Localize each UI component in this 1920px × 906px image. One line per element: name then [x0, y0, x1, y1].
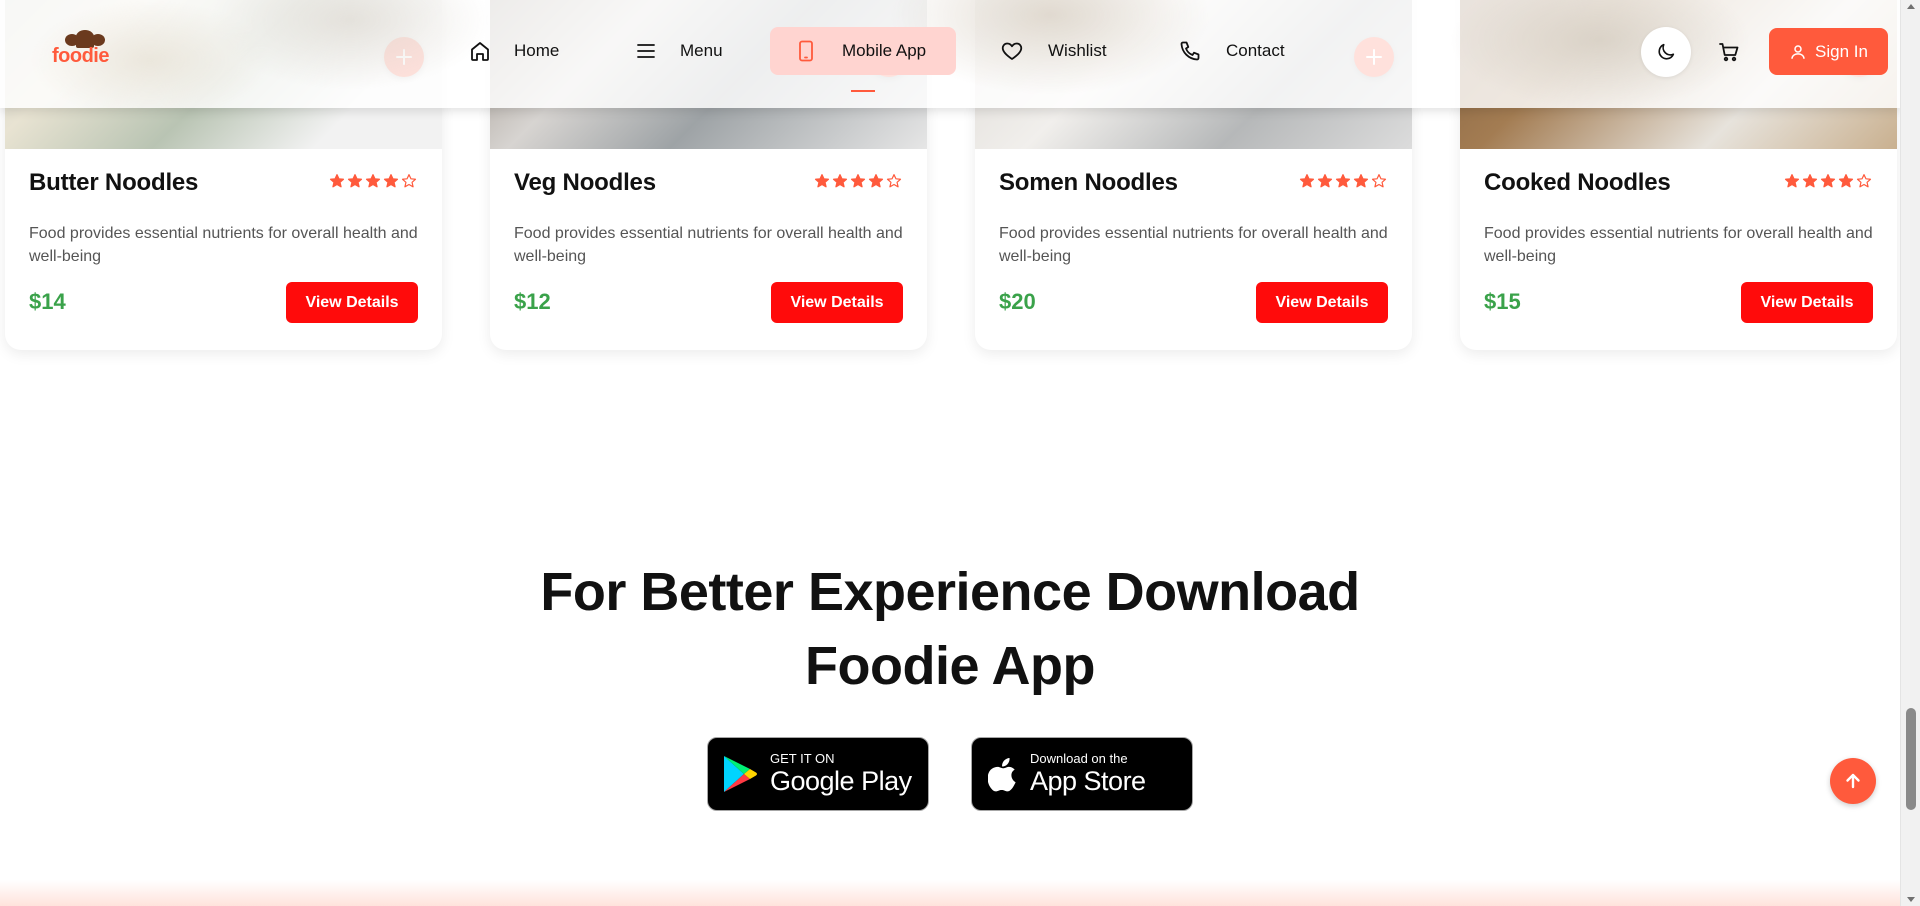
product-price: $20	[999, 289, 1036, 314]
view-details-button[interactable]: View Details	[1256, 282, 1388, 323]
download-title-line1: For Better Experience Download	[540, 562, 1360, 622]
nav-label: Menu	[680, 41, 723, 60]
product-description: Food provides essential nutrients for ov…	[1484, 225, 1873, 265]
google-play-small-text: GET IT ON	[770, 751, 835, 766]
nav-item-wishlist[interactable]: Wishlist	[1000, 27, 1140, 75]
star-empty-icon	[1856, 174, 1872, 188]
app-store-big-text: App Store	[1030, 766, 1146, 796]
star-empty-icon	[401, 174, 417, 188]
scroll-to-top-button[interactable]	[1830, 758, 1876, 804]
nav-item-home[interactable]: Home	[468, 27, 588, 75]
view-details-button[interactable]: View Details	[1741, 282, 1873, 323]
theme-toggle-button[interactable]	[1641, 27, 1691, 77]
star-empty-icon	[886, 174, 902, 188]
arrow-up-icon	[1846, 773, 1860, 789]
site-header: foodie Home Menu Mobile App Wishlist Con…	[0, 0, 1900, 108]
product-description: Food provides essential nutrients for ov…	[29, 225, 418, 265]
star-empty-icon	[1371, 174, 1387, 188]
active-nav-indicator	[851, 90, 875, 92]
star-filled-icon	[1838, 174, 1854, 188]
star-filled-icon	[1299, 174, 1315, 188]
product-price: $15	[1484, 289, 1521, 314]
sign-in-button[interactable]: Sign In	[1769, 28, 1888, 75]
page-scrollbar[interactable]	[1900, 0, 1920, 906]
scroll-up-arrow-icon[interactable]	[1907, 4, 1915, 9]
star-filled-icon	[365, 174, 381, 188]
google-play-icon	[724, 756, 757, 792]
product-name: Somen Noodles	[999, 169, 1178, 196]
nav-label: Home	[514, 41, 560, 60]
cart-icon	[1719, 43, 1739, 62]
star-filled-icon	[1784, 174, 1800, 188]
star-filled-icon	[868, 174, 884, 188]
star-filled-icon	[347, 174, 363, 188]
product-description: Food provides essential nutrients for ov…	[514, 225, 903, 265]
rating-stars	[814, 173, 902, 189]
star-filled-icon	[832, 174, 848, 188]
download-title-line2: Foodie App	[805, 636, 1095, 696]
view-details-button[interactable]: View Details	[771, 282, 903, 323]
apple-icon	[988, 758, 1016, 792]
google-play-big-text: Google Play	[770, 766, 912, 796]
app-store-small-text: Download on the	[1030, 751, 1128, 766]
rating-stars	[1784, 173, 1872, 189]
home-icon	[471, 42, 489, 61]
view-details-button[interactable]: View Details	[286, 282, 418, 323]
star-filled-icon	[1353, 174, 1369, 188]
app-store-button[interactable]: Download on the App Store	[971, 737, 1193, 811]
google-play-button[interactable]: GET IT ON Google Play	[707, 737, 929, 811]
logo-text: foodie	[52, 45, 110, 67]
download-title: For Better Experience Download Foodie Ap…	[460, 555, 1440, 703]
rating-stars	[1299, 173, 1387, 189]
footer-edge	[0, 880, 1900, 906]
phone-icon	[1180, 41, 1200, 61]
user-icon	[1791, 44, 1805, 59]
star-filled-icon	[1317, 174, 1333, 188]
star-filled-icon	[1820, 174, 1836, 188]
star-filled-icon	[1802, 174, 1818, 188]
star-filled-icon	[814, 174, 830, 188]
star-filled-icon	[383, 174, 399, 188]
nav-label: Mobile App	[842, 41, 927, 60]
product-price: $14	[29, 289, 66, 314]
logo[interactable]: foodie	[50, 30, 120, 67]
cart-button[interactable]	[1714, 37, 1744, 67]
menu-icon	[637, 44, 655, 58]
product-price: $12	[514, 289, 551, 314]
product-description: Food provides essential nutrients for ov…	[999, 225, 1388, 265]
star-filled-icon	[850, 174, 866, 188]
nav-label: Wishlist	[1048, 41, 1107, 60]
scrollbar-thumb[interactable]	[1906, 708, 1916, 810]
mobile-icon	[799, 40, 813, 62]
nav-label: Contact	[1226, 41, 1285, 60]
star-filled-icon	[1335, 174, 1351, 188]
product-name: Cooked Noodles	[1484, 169, 1671, 196]
rating-stars	[329, 173, 417, 189]
scroll-down-arrow-icon[interactable]	[1907, 897, 1915, 902]
product-name: Veg Noodles	[514, 169, 656, 196]
nav-item-menu[interactable]: Menu	[634, 27, 764, 75]
nav-item-contact[interactable]: Contact	[1178, 27, 1308, 75]
sign-in-label: Sign In	[1815, 41, 1868, 61]
nav-item-mobile-app[interactable]: Mobile App	[770, 27, 956, 75]
heart-icon	[1001, 42, 1023, 60]
moon-icon	[1658, 43, 1675, 60]
product-name: Butter Noodles	[29, 169, 199, 196]
star-filled-icon	[329, 174, 345, 188]
